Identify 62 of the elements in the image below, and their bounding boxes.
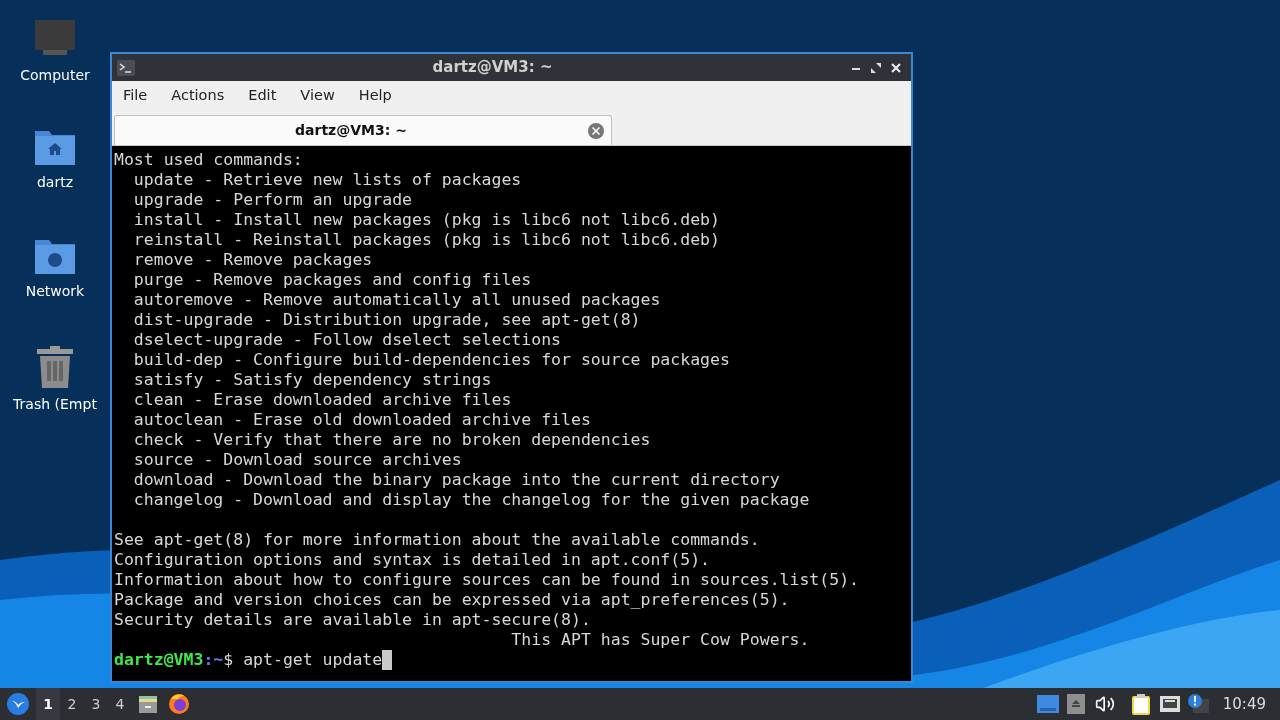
workspace-button[interactable]: 2 bbox=[60, 688, 84, 720]
terminal-line: autoclean - Erase old downloaded archive files bbox=[132, 410, 591, 430]
menu-item[interactable]: File bbox=[122, 85, 149, 107]
terminal-line: Package and version choices can be expressed via apt_preferences(5). bbox=[114, 590, 790, 610]
clipboard-icon[interactable] bbox=[1130, 693, 1151, 715]
prompt-path: :~ bbox=[203, 650, 224, 670]
terminal-area[interactable] bbox=[112, 146, 911, 681]
tab-label: dartz@VM3: ~ bbox=[294, 121, 408, 140]
workspace-button[interactable]: 4 bbox=[108, 688, 132, 720]
workspace-button[interactable]: 1 bbox=[36, 688, 60, 720]
volume-icon[interactable] bbox=[1094, 694, 1115, 714]
terminal-line: Security details are available in apt-secure(8). bbox=[114, 610, 591, 630]
terminal-line: dist-upgrade - Distribution upgrade, see apt-get(8) bbox=[132, 310, 641, 330]
terminal-line: download - Download the binary package into the current directory bbox=[132, 470, 780, 490]
terminal-line: Information about how to configure sources can be found in sources.list(5). bbox=[114, 570, 860, 590]
terminal-line: build-dep - Configure build-dependencies for source packages bbox=[132, 350, 730, 370]
terminal-line: autoremove - Remove automatically all unused packages bbox=[132, 290, 661, 310]
window-icon[interactable] bbox=[1036, 695, 1059, 713]
terminal-line: install - Install new packages (pkg is libc6 not libc6.deb) bbox=[132, 210, 720, 230]
text-cursor bbox=[382, 650, 393, 670]
menu-item[interactable]: View bbox=[299, 85, 336, 107]
terminal-line: See apt-get(8) for more information about the available commands. bbox=[114, 530, 760, 550]
terminal-line: clean - Erase downloaded archive files bbox=[132, 390, 512, 410]
terminal-line: check - Verify that there are no broken dependencies bbox=[132, 430, 651, 450]
menu-item[interactable]: Actions bbox=[170, 85, 226, 107]
clock[interactable]: 10:49 bbox=[1222, 692, 1266, 716]
desktop-icon-label[interactable]: dartz bbox=[36, 172, 74, 193]
command-text: $ apt-get update bbox=[223, 650, 383, 670]
trash-icon bbox=[36, 346, 74, 388]
file-cabinet-icon[interactable] bbox=[138, 694, 158, 714]
terminal-line: Configuration options and syntax is detailed in apt.conf(5). bbox=[114, 550, 711, 570]
workspace-button[interactable]: 3 bbox=[84, 688, 108, 720]
terminal-line: reinstall - Reinstall packages (pkg is libc6 not libc6.deb) bbox=[132, 230, 720, 250]
terminal-tab[interactable]: dartz@VM3: ~ bbox=[114, 115, 612, 145]
terminal-line: Most used commands: bbox=[114, 150, 303, 170]
terminal-line: upgrade - Perform an upgrade bbox=[132, 190, 412, 210]
terminal-line: satisfy - Satisfy dependency strings bbox=[132, 370, 492, 390]
terminal-line: remove - Remove packages bbox=[132, 250, 373, 270]
close-icon[interactable] bbox=[890, 61, 902, 74]
prompt-user-host: dartz@VM3 bbox=[114, 650, 204, 670]
terminal-line: changelog - Download and display the changelog for the given package bbox=[132, 490, 810, 510]
terminal-line: purge - Remove packages and config files bbox=[132, 270, 532, 290]
menu-item[interactable]: Help bbox=[357, 85, 393, 107]
browser-icon[interactable] bbox=[168, 693, 190, 715]
terminal-line: dselect-upgrade - Follow dselect selections bbox=[132, 330, 562, 350]
terminal-line: update - Retrieve new lists of packages bbox=[132, 170, 522, 190]
tab-close-icon[interactable] bbox=[587, 121, 605, 140]
start-menu-icon[interactable] bbox=[6, 692, 30, 716]
desktop-icon-label[interactable]: Trash (Empt bbox=[13, 394, 97, 415]
notification-icon[interactable] bbox=[1186, 693, 1209, 715]
desktop-icon-label[interactable]: Computer bbox=[20, 65, 90, 86]
desktop-icon-label[interactable]: Network bbox=[25, 281, 85, 302]
network-icon[interactable] bbox=[1158, 695, 1181, 713]
network-folder-icon bbox=[34, 237, 76, 275]
terminal-line: source - Download source archives bbox=[132, 450, 462, 470]
terminal-line: This APT has Super Cow Powers. bbox=[510, 630, 810, 650]
menu-item[interactable]: Edit bbox=[247, 85, 278, 107]
window-title: dartz@VM3: ~ bbox=[431, 57, 554, 79]
terminal-icon bbox=[117, 59, 135, 76]
maximize-icon[interactable] bbox=[870, 61, 882, 74]
home-folder-icon bbox=[34, 128, 76, 166]
eject-icon[interactable] bbox=[1066, 694, 1085, 714]
